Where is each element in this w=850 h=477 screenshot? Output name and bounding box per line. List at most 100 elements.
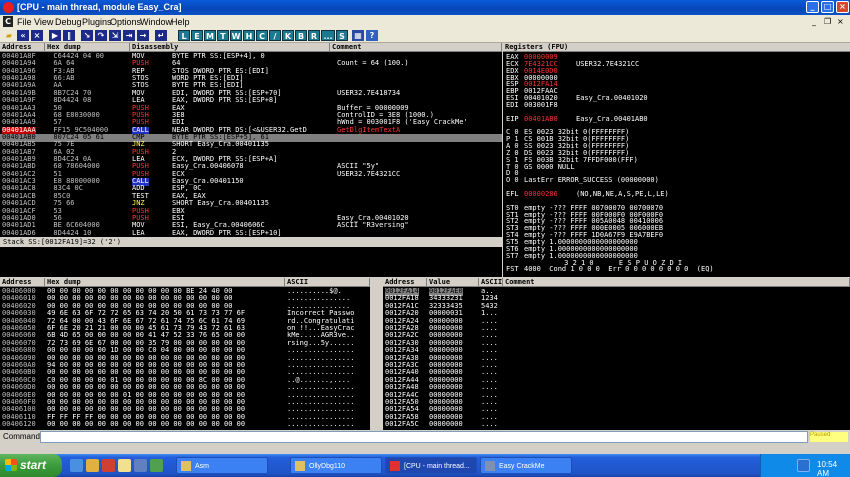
mdi-restore-icon[interactable]: ❐	[824, 17, 831, 26]
trace-over-icon[interactable]: ⇥	[123, 30, 135, 41]
col-comment[interactable]: Comment	[330, 43, 502, 52]
register-name: EDI	[506, 100, 519, 109]
disasm-hex: 8D4424 10	[45, 228, 92, 237]
registers-title: Registers (FPU)	[505, 43, 569, 51]
stack-header: Address Value ASCII Comment	[383, 278, 850, 287]
disasm-mnemonic: LEA	[132, 228, 145, 237]
toolbar-threads-button[interactable]: T	[217, 30, 229, 41]
stack-ascii: ....	[481, 420, 498, 429]
network-icon[interactable]	[797, 459, 810, 472]
toolbar-windows-button[interactable]: W	[230, 30, 242, 41]
mdi-minimize-icon[interactable]: _	[812, 17, 816, 26]
toolbar-modules-button[interactable]: E	[191, 30, 203, 41]
toolbar-references-button[interactable]: R	[308, 30, 320, 41]
disassembly-list[interactable]: 00401A8F C64424 04 00 MOV BYTE PTR SS:[ESP…	[0, 52, 502, 237]
quicklaunch-icon[interactable]	[118, 459, 131, 472]
col-hexdump[interactable]: Hex dump	[45, 43, 130, 52]
dump-list[interactable]: 00406000 00 00 00 00 00 00 00 00 00 00 00…	[0, 287, 370, 430]
title-bar: [CPU - main thread, module Easy_Cra] _ □…	[0, 0, 850, 15]
folder-icon[interactable]	[86, 459, 99, 472]
registers-pane[interactable]: Registers (FPU) EAX 00000009 ECX 7E4321CC US…	[503, 43, 850, 277]
run-icon[interactable]: ▶	[49, 30, 61, 41]
task-easycrackme[interactable]: Easy CrackMe	[480, 457, 572, 474]
execute-till-return-icon[interactable]: →	[137, 30, 149, 41]
trace-into-icon[interactable]: ⇲	[109, 30, 121, 41]
dump-col-address[interactable]: Address	[0, 278, 45, 287]
register-name: EIP	[506, 114, 519, 123]
menu-view[interactable]: View	[34, 17, 53, 27]
stack-pane[interactable]: Address Value ASCII Comment 0012FA14 0012…	[383, 278, 850, 430]
menu-debug[interactable]: Debug	[55, 17, 82, 27]
dump-ascii: ................	[287, 420, 355, 429]
dump-pane[interactable]: Address Hex dump ASCII 00406000 00 00 00 …	[0, 278, 370, 430]
disasm-operand: EAX, DWORD PTR SS:[ESP+10]	[172, 228, 282, 237]
system-tray: 10:54 AM	[760, 454, 850, 477]
register-name: ST7	[506, 251, 519, 260]
command-input[interactable]	[40, 431, 808, 443]
pause-icon[interactable]: ‖	[63, 30, 75, 41]
step-over-icon[interactable]: ↷	[95, 30, 107, 41]
dump-col-hex[interactable]: Hex dump	[45, 278, 285, 287]
window-title: [CPU - main thread, module Easy_Cra]	[17, 2, 182, 12]
menu-options[interactable]: Options	[110, 17, 141, 27]
help-icon[interactable]: ?	[366, 30, 378, 41]
stack-row[interactable]: 0012FA5C 00000000....	[383, 421, 850, 429]
register-value: 00000286	[524, 190, 558, 198]
disasm-row[interactable]: 00401AD6 8D4424 10 LEA EAX, DWORD PTR SS:[…	[0, 228, 502, 237]
minimize-button[interactable]: _	[806, 1, 819, 13]
col-disassembly[interactable]: Disassembly	[130, 43, 330, 52]
stack-address: 0012FA5C	[385, 420, 419, 429]
register-name: O 0	[506, 176, 519, 185]
open-icon[interactable]: ▰	[3, 30, 15, 41]
register-list[interactable]: EAX 00000009 ECX 7E4321CC USER32.7E4321CC EDX…	[506, 53, 846, 276]
task-cpu[interactable]: [CPU - main thread...	[385, 457, 477, 474]
menu-plugins[interactable]: Plugins	[82, 17, 112, 27]
stack-value: 00000000	[429, 420, 463, 429]
stack-col-comment[interactable]: Comment	[503, 278, 850, 287]
toolbar-runtrace-button[interactable]: ...	[321, 30, 335, 41]
command-bar: Command Paused	[0, 430, 850, 444]
toolbar-memory-button[interactable]: M	[204, 30, 216, 41]
start-button[interactable]: start	[0, 454, 62, 477]
menu-help[interactable]: Help	[171, 17, 190, 27]
media-icon[interactable]	[102, 459, 115, 472]
goto-icon[interactable]: ↵	[155, 30, 167, 41]
menu-window[interactable]: Window	[140, 17, 172, 27]
stack-list[interactable]: 0012FA14 0012FAE0 a.. 0012FA18 34333231 1234 0…	[383, 287, 850, 430]
col-address[interactable]: Address	[0, 43, 45, 52]
close-program-icon[interactable]: ×	[31, 30, 43, 41]
command-label: Command	[3, 432, 40, 441]
register-value: 003001F8	[524, 100, 558, 109]
toolbar-cpu-button[interactable]: C	[256, 30, 268, 41]
stack-col-value[interactable]: Value	[427, 278, 479, 287]
task-asm[interactable]: Asm	[176, 457, 268, 474]
stack-col-address[interactable]: Address	[383, 278, 427, 287]
register-comment: Easy_Cra.00401020	[576, 94, 648, 103]
dump-col-ascii[interactable]: ASCII	[285, 278, 370, 287]
toolbar-breakpoints-button[interactable]: B	[295, 30, 307, 41]
step-into-icon[interactable]: ↘	[81, 30, 93, 41]
toolbar-log-button[interactable]: L	[178, 30, 190, 41]
pane-splitter[interactable]	[370, 278, 383, 430]
toolbar-patches-button[interactable]: /	[269, 30, 281, 41]
desktop-icon[interactable]	[134, 459, 147, 472]
task-ollydbg[interactable]: OllyDbg110	[290, 457, 382, 474]
folder-icon	[181, 461, 191, 471]
stack-col-ascii[interactable]: ASCII	[479, 278, 503, 287]
ie-icon[interactable]	[70, 459, 83, 472]
rewind-icon[interactable]: «	[17, 30, 29, 41]
cpu-window-icon: C	[3, 16, 13, 27]
dump-hex: 00 00 00 00 00 00 00 00 00 00 00 00 00 0…	[47, 420, 246, 429]
disassembly-pane[interactable]: Address Hex dump Disassembly Comment 004…	[0, 43, 502, 237]
status-line	[0, 444, 850, 454]
app-icon[interactable]	[150, 459, 163, 472]
appearance-icon[interactable]: ▦	[352, 30, 364, 41]
mdi-close-icon[interactable]: ×	[837, 17, 844, 26]
toolbar-callstack-button[interactable]: K	[282, 30, 294, 41]
maximize-button[interactable]: □	[821, 1, 834, 13]
dump-row[interactable]: 00406120 00 00 00 00 00 00 00 00 00 00 00…	[0, 421, 370, 429]
close-button[interactable]: ×	[836, 1, 849, 13]
menu-file[interactable]: File	[17, 17, 32, 27]
toolbar-source-button[interactable]: S	[336, 30, 348, 41]
toolbar-handles-button[interactable]: H	[243, 30, 255, 41]
